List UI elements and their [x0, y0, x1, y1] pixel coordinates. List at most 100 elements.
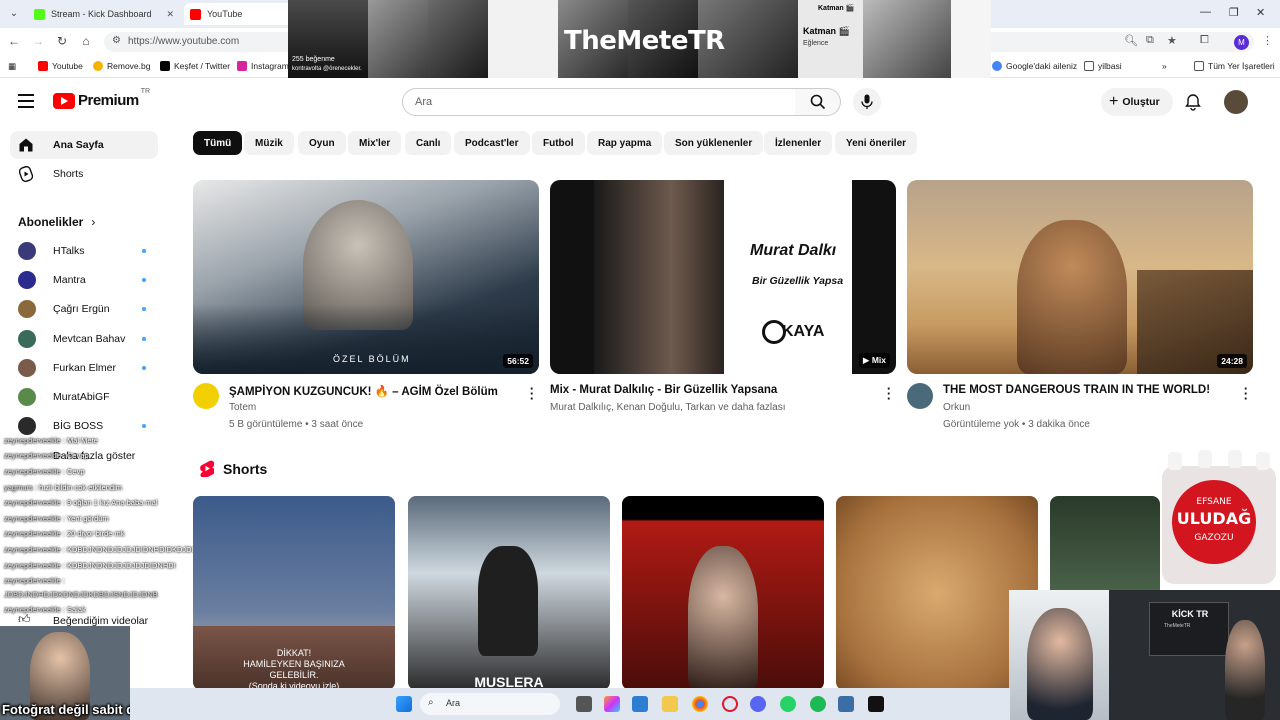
folder-icon: [1084, 61, 1094, 71]
video-title[interactable]: Mix - Murat Dalkılıç - Bir Güzellik Yaps…: [550, 384, 777, 396]
short-thumbnail[interactable]: [836, 496, 1038, 690]
chip-live[interactable]: Canlı: [405, 131, 452, 155]
subscription-item[interactable]: Mantra: [10, 266, 158, 294]
maximize-button[interactable]: ❐: [1229, 6, 1239, 19]
short-thumbnail[interactable]: DİKKAT! HAMİLEYKEN BAŞINIZA GELEBİLİR. (…: [193, 496, 395, 690]
close-tab-icon[interactable]: ✕: [166, 9, 174, 20]
voice-search-button[interactable]: [853, 88, 881, 116]
svg-text:ULUDAĞ: ULUDAĞ: [1177, 509, 1251, 528]
chat-line: zeynepderveekle :: [4, 576, 65, 585]
tab-youtube[interactable]: YouTube: [184, 3, 294, 25]
bookmark-youtube[interactable]: Youtube: [38, 61, 83, 71]
bookmark-instagram[interactable]: Instagram: [237, 61, 289, 71]
file-explorer-icon[interactable]: [662, 696, 678, 712]
apps-icon[interactable]: ▦: [8, 61, 16, 72]
chrome-icon[interactable]: [692, 696, 708, 712]
minimize-button[interactable]: —: [1200, 6, 1211, 18]
bookmark-removebg[interactable]: Remove.bg: [93, 61, 150, 71]
whatsapp-icon[interactable]: [780, 696, 796, 712]
subscription-item[interactable]: HTalks: [10, 237, 158, 265]
install-icon[interactable]: ⧉: [1146, 34, 1154, 47]
taskbar-search[interactable]: ⌕ Ara: [420, 693, 560, 715]
profile-avatar[interactable]: M: [1234, 35, 1249, 50]
spotify-icon[interactable]: [810, 696, 826, 712]
video-title[interactable]: THE MOST DANGEROUS TRAIN IN THE WORLD!: [943, 384, 1210, 396]
sidebar-item-shorts[interactable]: Shorts: [10, 160, 158, 188]
bookmark-twitter[interactable]: Keşfet / Twitter: [160, 61, 230, 71]
chat-line: zeynepderveekle : Yeni gördüm: [4, 514, 109, 523]
site-info-icon[interactable]: ⚙: [112, 35, 121, 46]
zoom-icon[interactable]: 🔍︎: [1124, 34, 1138, 47]
short-caption: DİKKAT! HAMİLEYKEN BAŞINIZA GELEBİLİR. (…: [193, 626, 395, 690]
search-button[interactable]: [795, 88, 841, 116]
photo-tile: [368, 0, 428, 78]
channel-avatar: [18, 300, 36, 318]
chip-mixes[interactable]: Mix'ler: [348, 131, 402, 155]
star-icon[interactable]: ★: [1167, 34, 1177, 47]
copilot-icon[interactable]: [604, 696, 620, 712]
forward-icon[interactable]: →: [30, 34, 46, 48]
all-bookmarks[interactable]: Tüm Yer İşaretleri: [1194, 61, 1275, 71]
video-channel[interactable]: Totem: [229, 402, 256, 413]
home-icon: [18, 137, 34, 153]
chip-new-to-you[interactable]: Yeni öneriler: [835, 131, 918, 155]
youtube-premium-logo[interactable]: Premium TR: [53, 88, 150, 109]
browser-menu-icon[interactable]: ⋮: [1262, 34, 1273, 47]
opera-icon[interactable]: [722, 696, 738, 712]
logo-text: Premium: [78, 92, 139, 109]
chip-all[interactable]: Tümü: [193, 131, 243, 155]
chip-watched[interactable]: İzlenenler: [764, 131, 833, 155]
subscription-item[interactable]: MuratAbiGF: [10, 383, 158, 411]
short-thumbnail[interactable]: MUSLERA: [408, 496, 610, 690]
channel-avatar[interactable]: [193, 383, 219, 409]
video-channel[interactable]: Murat Dalkılıç, Kenan Doğulu, Tarkan ve …: [550, 402, 786, 413]
subscription-item[interactable]: Çağrı Ergün: [10, 295, 158, 323]
chip-rap[interactable]: Rap yapma: [587, 131, 663, 155]
menu-icon[interactable]: [18, 94, 34, 108]
create-button[interactable]: + Oluştur: [1101, 88, 1173, 116]
channel-avatar[interactable]: [907, 383, 933, 409]
close-window-button[interactable]: ✕: [1256, 6, 1265, 19]
notifications-bell-icon[interactable]: [1184, 93, 1202, 111]
subscriptions-heading[interactable]: Abonelikler ›: [18, 215, 95, 229]
video-title[interactable]: ŞAMPİYON KUZGUNCUK! 🔥 – AGİM Özel Bölüm: [229, 384, 498, 398]
chip-gaming[interactable]: Oyun: [298, 131, 346, 155]
home-browser-icon[interactable]: ⌂: [78, 34, 94, 48]
bookmark-google-family[interactable]: Google'daki aileniz: [992, 61, 1077, 71]
tab-kick-dashboard[interactable]: Stream - Kick Dashboard ✕: [28, 3, 180, 25]
more-options-icon[interactable]: · · ·: [886, 382, 892, 405]
sidebar-item-home[interactable]: Ana Sayfa: [10, 131, 158, 159]
chat-line: zeynepderveekle : 20 diyor birde mk: [4, 529, 125, 538]
video-thumbnail[interactable]: ÖZEL BÖLÜM 56:52: [193, 180, 539, 374]
store-icon[interactable]: [838, 696, 854, 712]
reload-icon[interactable]: ↻: [54, 34, 70, 48]
chip-music[interactable]: Müzik: [244, 131, 294, 155]
short-thumbnail[interactable]: [622, 496, 824, 690]
chip-podcasts[interactable]: Podcast'ler: [454, 131, 530, 155]
chip-football[interactable]: Futbol: [532, 131, 585, 155]
more-options-icon[interactable]: · · ·: [529, 382, 535, 405]
account-avatar[interactable]: [1224, 90, 1248, 114]
app-icon[interactable]: [868, 696, 884, 712]
bookmark-yilbasi[interactable]: yilbasi: [1084, 61, 1122, 71]
video-thumbnail[interactable]: 24:28: [907, 180, 1253, 374]
more-bookmarks-icon[interactable]: »: [1162, 61, 1167, 71]
logo-region: TR: [140, 88, 151, 95]
video-channel[interactable]: Orkun: [943, 402, 970, 413]
google-icon: [992, 61, 1002, 71]
extensions-icon[interactable]: ⧠: [1200, 34, 1209, 47]
widgets-icon[interactable]: [632, 696, 648, 712]
back-icon[interactable]: ←: [6, 34, 22, 48]
discord-icon[interactable]: [750, 696, 766, 712]
more-options-icon[interactable]: · · ·: [1243, 382, 1249, 405]
tab-search-button[interactable]: ⌄: [6, 6, 22, 22]
chip-recently-uploaded[interactable]: Son yüklenenler: [664, 131, 764, 155]
subscription-item[interactable]: Mevtcan Bahav: [10, 325, 158, 353]
youtube-icon: [190, 8, 201, 20]
task-view-icon[interactable]: [576, 696, 592, 712]
search-input[interactable]: Ara: [402, 88, 796, 116]
windows-start-icon[interactable]: [396, 696, 412, 712]
video-thumbnail[interactable]: Murat Dalkı Bir Güzellik Yapsa KAYA ▶ Mi…: [550, 180, 896, 374]
subscription-item[interactable]: Furkan Elmer: [10, 354, 158, 382]
plus-icon: +: [1109, 93, 1119, 110]
